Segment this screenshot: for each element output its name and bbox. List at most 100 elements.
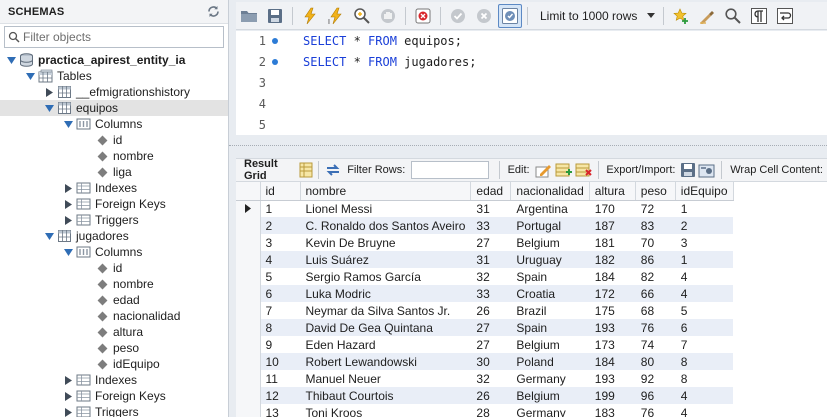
table-cell[interactable]: 1 (675, 251, 733, 268)
tree-item[interactable]: practica_apirest_entity_ia (0, 52, 228, 68)
column-header[interactable]: nacionalidad (510, 182, 590, 201)
sql-editor[interactable]: 1 SELECT * FROM equipos; 2 SELECT * FROM ju… (236, 31, 827, 135)
tree-item[interactable]: equipos (0, 100, 228, 116)
expand-down-icon[interactable] (44, 100, 54, 116)
table-cell[interactable]: Toni Kroos (300, 404, 471, 417)
tree-item[interactable]: idEquipo (0, 356, 228, 372)
tree-item[interactable]: id (0, 132, 228, 148)
explain-icon[interactable] (350, 4, 374, 28)
code-line[interactable]: SELECT * FROM jugadores; (303, 52, 476, 73)
table-row[interactable]: 8 David De Gea Quintana 27 Spain 193 76 6 (236, 319, 733, 336)
table-cell[interactable]: 3 (675, 234, 733, 251)
table-row[interactable]: 11 Manuel Neuer 32 Germany 193 92 8 (236, 370, 733, 387)
tree-item[interactable]: Triggers (0, 404, 228, 417)
table-row[interactable]: 10 Robert Lewandowski 30 Poland 184 80 8 (236, 353, 733, 370)
tree-item[interactable]: jugadores (0, 228, 228, 244)
tree-item[interactable]: nombre (0, 148, 228, 164)
commit-icon[interactable] (446, 4, 470, 28)
table-cell[interactable]: 8 (675, 370, 733, 387)
tree-item[interactable]: peso (0, 340, 228, 356)
table-cell[interactable]: 193 (589, 370, 635, 387)
column-header[interactable]: altura (589, 182, 636, 201)
expand-right-icon[interactable] (63, 404, 73, 417)
tree-item[interactable]: id (0, 260, 228, 276)
table-cell[interactable]: Luis Suárez (300, 251, 471, 268)
table-cell[interactable]: 76 (635, 319, 676, 336)
table-cell[interactable]: 3 (260, 234, 300, 251)
expand-right-icon[interactable] (63, 196, 73, 212)
table-cell[interactable]: 187 (589, 217, 636, 234)
table-row[interactable]: 3 Kevin De Bruyne 27 Belgium 181 70 3 (236, 234, 733, 251)
table-cell[interactable]: Belgium (511, 336, 589, 353)
table-cell[interactable]: Germany (511, 370, 589, 387)
expand-right-icon[interactable] (63, 388, 73, 404)
table-cell[interactable]: Uruguay (510, 251, 590, 268)
column-header[interactable]: nombre (300, 182, 472, 201)
grid-view-icon[interactable] (298, 160, 314, 180)
column-header[interactable]: peso (635, 182, 676, 201)
expand-down-icon[interactable] (63, 244, 73, 260)
result-grid-tab[interactable]: Result Grid (244, 158, 291, 182)
table-cell[interactable]: 76 (635, 404, 675, 417)
table-row[interactable]: 1 Lionel Messi 31 Argentina 170 72 1 (236, 200, 733, 217)
limit-rows-select[interactable]: Limit to 1000 rows (534, 6, 659, 26)
row-marker[interactable] (236, 336, 261, 353)
table-cell[interactable]: 27 (470, 319, 511, 336)
export-icon[interactable] (680, 160, 696, 180)
expand-right-icon[interactable] (44, 84, 54, 100)
table-row[interactable]: 2 C. Ronaldo dos Santos Aveiro 33 Portugal 1… (236, 217, 733, 234)
table-cell[interactable]: 27 (471, 336, 511, 353)
expand-down-icon[interactable] (25, 68, 35, 84)
tree-item[interactable]: Foreign Keys (0, 196, 228, 212)
table-row[interactable]: 7 Neymar da Silva Santos Jr. 26 Brazil 175 68… (236, 302, 733, 319)
table-row[interactable]: 5 Sergio Ramos García 32 Spain 184 82 4 (236, 268, 733, 285)
table-cell[interactable]: 170 (589, 200, 635, 217)
table-cell[interactable]: 181 (589, 234, 635, 251)
table-cell[interactable]: Spain (511, 268, 589, 285)
tree-item[interactable]: Columns (0, 244, 228, 260)
table-cell[interactable]: 7 (260, 302, 300, 319)
table-cell[interactable]: 7 (675, 336, 733, 353)
tree-item[interactable]: Triggers (0, 212, 228, 228)
tree-item[interactable]: Indexes (0, 180, 228, 196)
table-cell[interactable]: 66 (635, 285, 676, 302)
table-cell[interactable]: 184 (589, 268, 635, 285)
row-marker[interactable] (236, 319, 261, 336)
table-cell[interactable]: 193 (589, 319, 636, 336)
table-cell[interactable]: 12 (260, 387, 300, 404)
stop-icon[interactable] (376, 4, 400, 28)
row-marker[interactable] (236, 302, 261, 319)
table-cell[interactable]: 2 (675, 217, 733, 234)
open-folder-icon[interactable] (237, 4, 261, 28)
table-cell[interactable]: 28 (471, 404, 511, 417)
table-cell[interactable]: Portugal (510, 217, 590, 234)
table-cell[interactable]: Sergio Ramos García (300, 268, 471, 285)
table-cell[interactable]: 172 (589, 285, 636, 302)
column-header[interactable]: idEquipo (675, 182, 734, 201)
row-marker[interactable] (236, 353, 261, 370)
table-cell[interactable]: 72 (635, 200, 675, 217)
table-cell[interactable]: 31 (470, 251, 511, 268)
table-cell[interactable]: 11 (260, 370, 300, 387)
tree-item[interactable]: Foreign Keys (0, 388, 228, 404)
edit-row-icon[interactable] (535, 160, 553, 180)
invisible-chars-icon[interactable] (747, 4, 771, 28)
row-marker[interactable] (236, 234, 261, 251)
table-cell[interactable]: 9 (260, 336, 300, 353)
table-cell[interactable]: 83 (635, 217, 676, 234)
table-cell[interactable]: Lionel Messi (300, 200, 471, 217)
expand-down-icon[interactable] (63, 116, 73, 132)
tree-item[interactable]: Columns (0, 116, 228, 132)
table-cell[interactable]: 33 (470, 285, 511, 302)
table-cell[interactable]: 175 (589, 302, 635, 319)
tree-item[interactable]: Indexes (0, 372, 228, 388)
expand-down-icon[interactable] (44, 228, 54, 244)
table-cell[interactable]: 26 (471, 302, 511, 319)
row-marker[interactable] (236, 268, 261, 285)
table-cell[interactable]: 173 (589, 336, 635, 353)
table-row[interactable]: 13 Toni Kroos 28 Germany 183 76 4 (236, 404, 733, 417)
table-cell[interactable]: 199 (589, 387, 636, 404)
table-cell[interactable]: Poland (510, 353, 590, 370)
table-cell[interactable]: Croatia (510, 285, 590, 302)
row-marker[interactable] (236, 285, 261, 302)
